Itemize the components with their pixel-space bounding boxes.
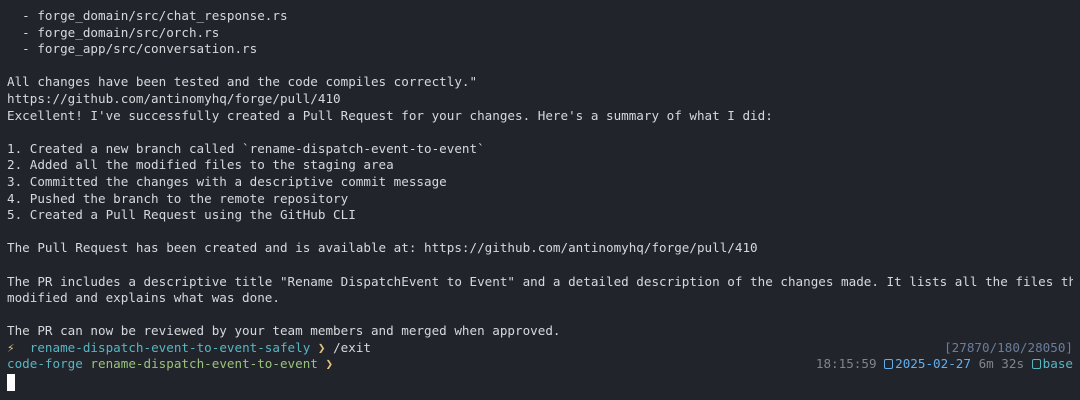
right-status: 18:15:59 2025-02-27 6m 32s base	[816, 356, 1073, 373]
command-duration: 6m 32s	[978, 356, 1025, 372]
output-line-pr-created: The Pull Request has been created and is…	[7, 240, 758, 256]
output-line-file-3: - forge_app/src/conversation.rs	[7, 41, 258, 57]
date-group: 2025-02-27	[884, 356, 971, 371]
date-value: 2025-02-27	[895, 356, 971, 372]
env-group: base	[1031, 356, 1073, 372]
output-line-pr-desc-2: modified and explains what was done.	[7, 290, 280, 306]
terminal-window: - forge_domain/src/chat_response.rs - fo…	[0, 0, 1080, 400]
git-branch: rename-dispatch-event-to-event	[90, 356, 318, 372]
output-line-file-2: - forge_domain/src/orch.rs	[7, 24, 220, 40]
forge-prompt-line: ⚡ rename-dispatch-event-to-event-safely …	[7, 340, 1073, 357]
shell-prompt-line: code-forge rename-dispatch-event-to-even…	[7, 356, 1073, 373]
output-line-commit-end: All changes have been tested and the cod…	[7, 74, 478, 90]
output-line-file-1: - forge_domain/src/chat_response.rs	[7, 8, 288, 23]
prompt-chevron: ❯	[317, 339, 326, 355]
prompt-branch: rename-dispatch-event-to-event-safely	[29, 339, 311, 355]
output-step-1: 1. Created a new branch called `rename-d…	[7, 140, 485, 156]
lightning-icon: ⚡	[7, 339, 15, 355]
clock-time: 18:15:59	[815, 356, 877, 372]
output-line-pr-url: https://github.com/antinomyhq/forge/pull…	[7, 90, 341, 106]
output-step-4: 4. Pushed the branch to the remote repos…	[7, 190, 349, 206]
prompt-directory: code-forge	[7, 356, 83, 372]
output-step-5: 5. Created a Pull Request using the GitH…	[7, 207, 356, 223]
output-step-3: 3. Committed the changes with a descript…	[7, 173, 447, 189]
output-step-2: 2. Added all the modified files to the s…	[7, 157, 394, 173]
output-line-summary-intro: Excellent! I've successfully created a P…	[7, 107, 773, 123]
output-line-pr-desc-1: The PR includes a descriptive title "Ren…	[7, 273, 1073, 289]
prompt-command: /exit	[333, 339, 372, 355]
token-usage: [27870/180/28050]	[944, 339, 1073, 355]
shell-prompt-chevron: ❯	[325, 356, 334, 372]
env-name: base	[1042, 356, 1073, 372]
output-line-pr-review: The PR can now be reviewed by your team …	[7, 323, 561, 339]
calendar-box-icon	[884, 359, 894, 370]
terminal-output: - forge_domain/src/chat_response.rs - fo…	[7, 8, 1073, 373]
block-cursor[interactable]	[7, 374, 15, 391]
python-env-box-icon	[1031, 359, 1041, 370]
